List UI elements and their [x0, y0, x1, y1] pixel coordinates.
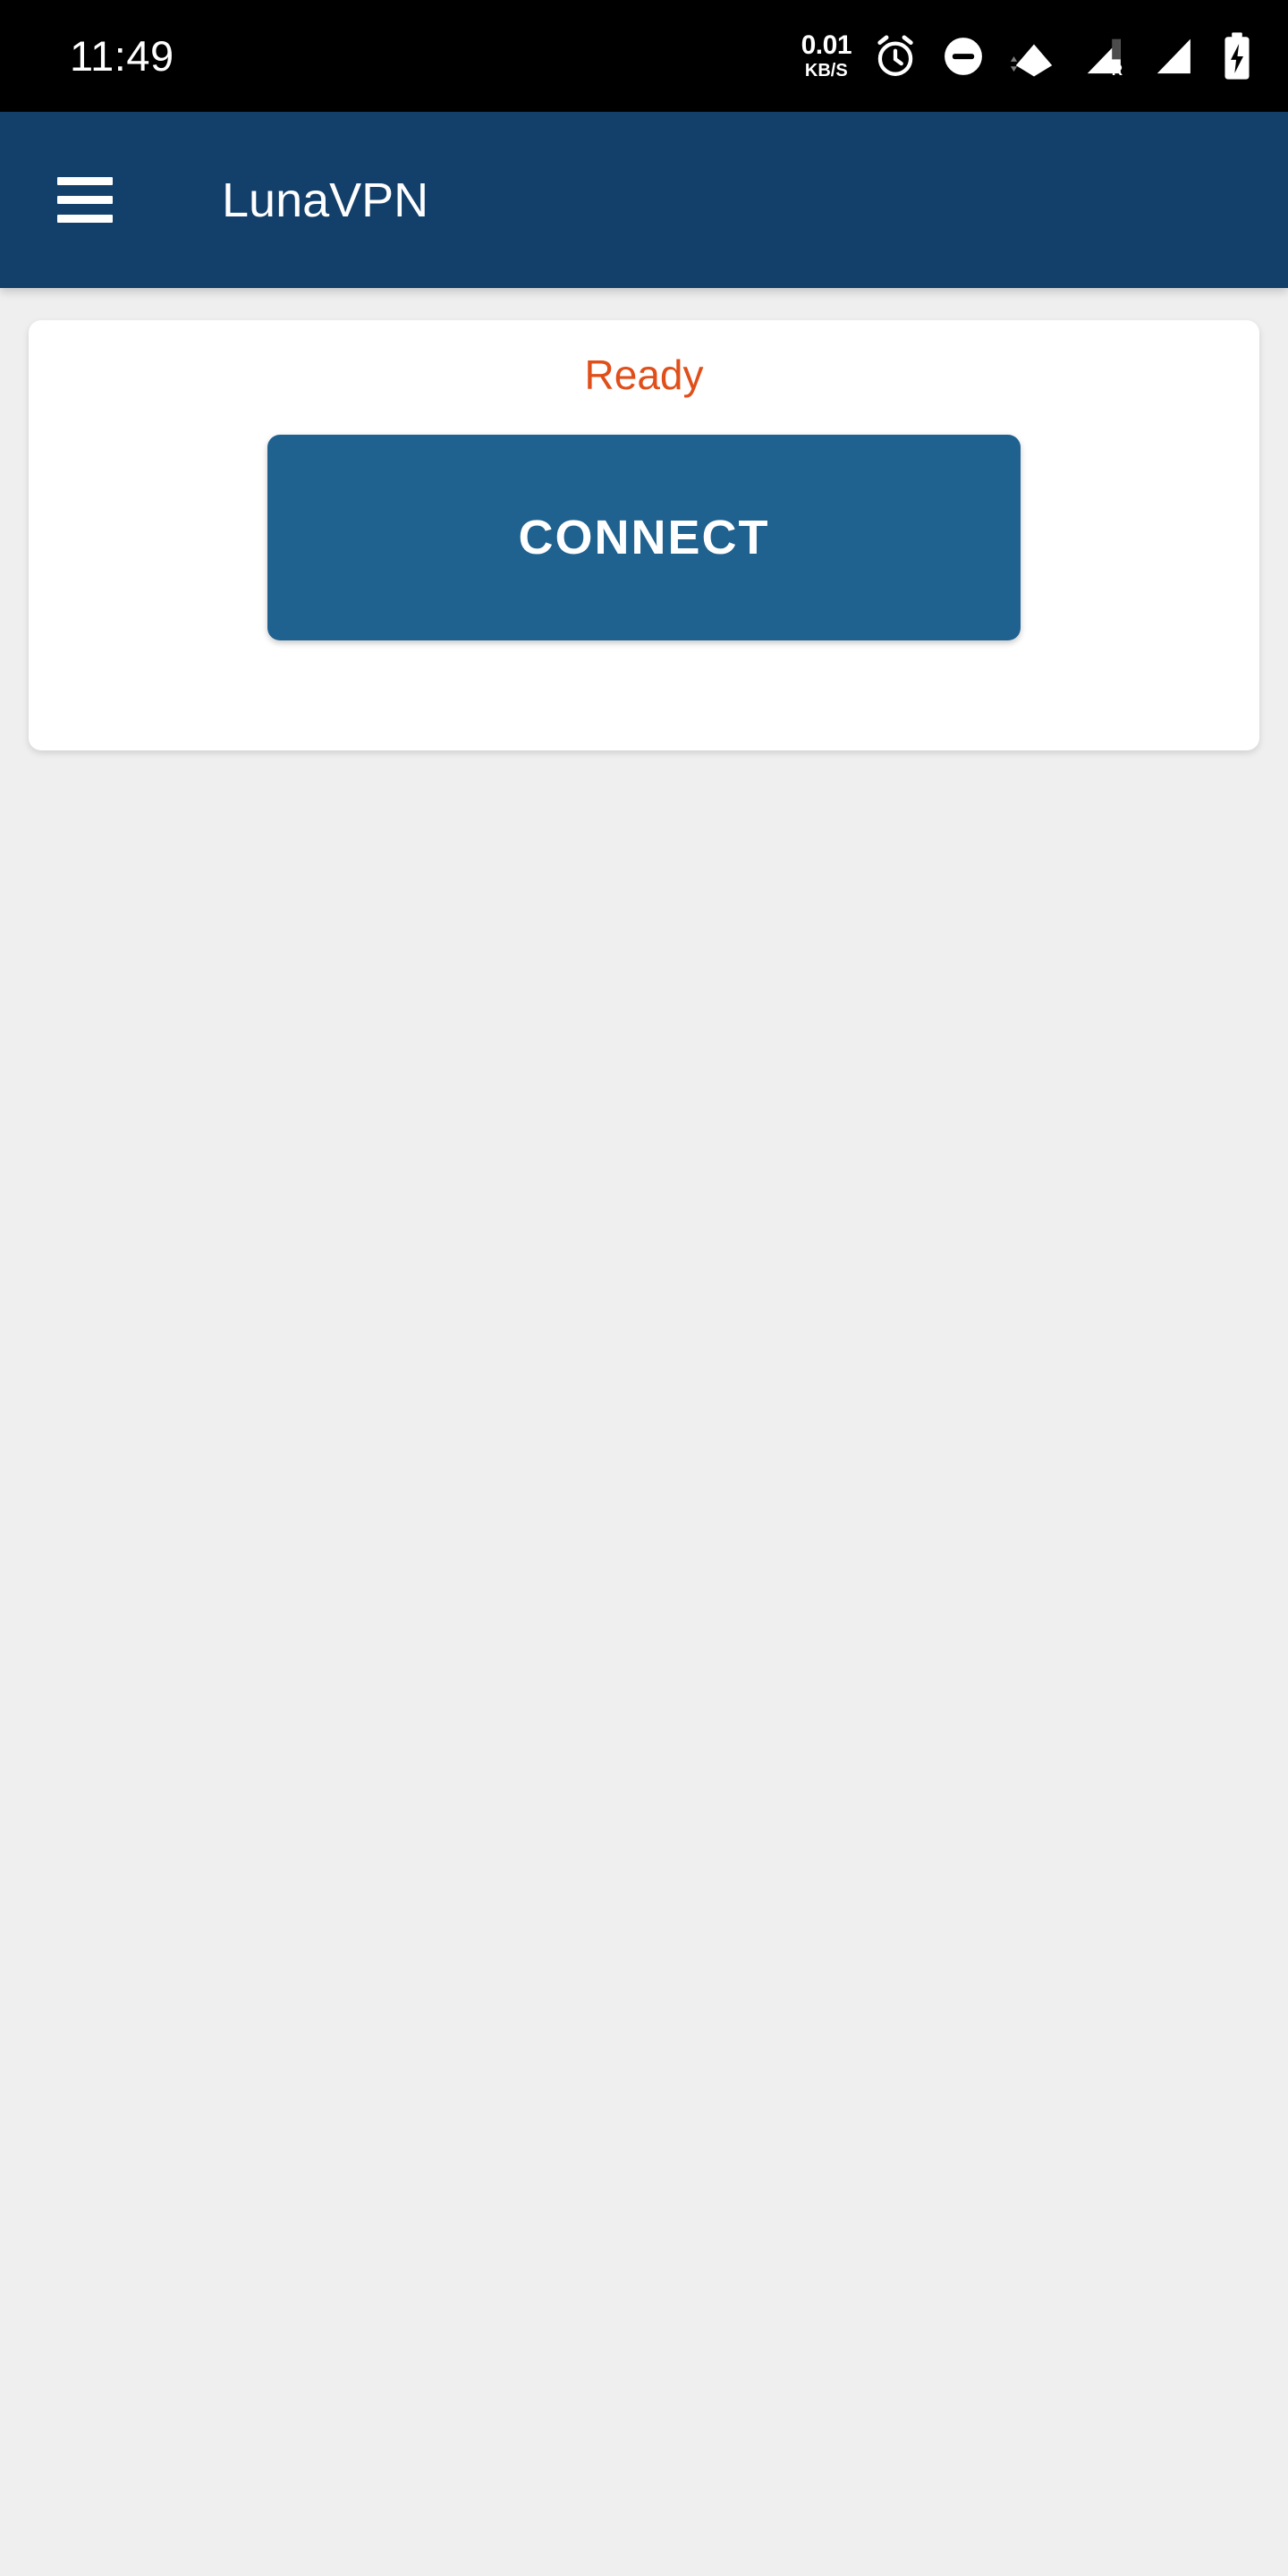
app-bar: LunaVPN [0, 112, 1288, 288]
hamburger-menu-icon[interactable] [36, 151, 134, 250]
do-not-disturb-icon [939, 32, 987, 80]
network-speed-indicator: 0.01 KB/S [801, 32, 852, 80]
status-bar: 11:49 0.01 KB/S R [0, 0, 1288, 112]
cellular-signal-roaming-icon: R [1080, 32, 1131, 80]
hamburger-bar-top [57, 177, 113, 185]
hamburger-bar-bottom [57, 215, 113, 223]
alarm-clock-icon [871, 32, 919, 80]
connect-button[interactable]: CONNECT [267, 435, 1021, 640]
main-content: Ready CONNECT [0, 288, 1288, 2576]
network-speed-unit: KB/S [804, 61, 848, 80]
svg-text:R: R [1112, 61, 1123, 78]
status-bar-clock: 11:49 [70, 32, 174, 80]
hamburger-bar-middle [57, 196, 113, 204]
connection-status-text: Ready [584, 352, 704, 398]
vpn-status-card: Ready CONNECT [29, 320, 1259, 750]
status-bar-icon-tray: 0.01 KB/S R [801, 0, 1254, 112]
cellular-signal-icon [1150, 32, 1200, 80]
battery-charging-icon [1220, 30, 1254, 82]
app-title: LunaVPN [222, 173, 429, 227]
network-speed-rate: 0.01 [801, 30, 852, 60]
wifi-icon [1007, 32, 1061, 80]
